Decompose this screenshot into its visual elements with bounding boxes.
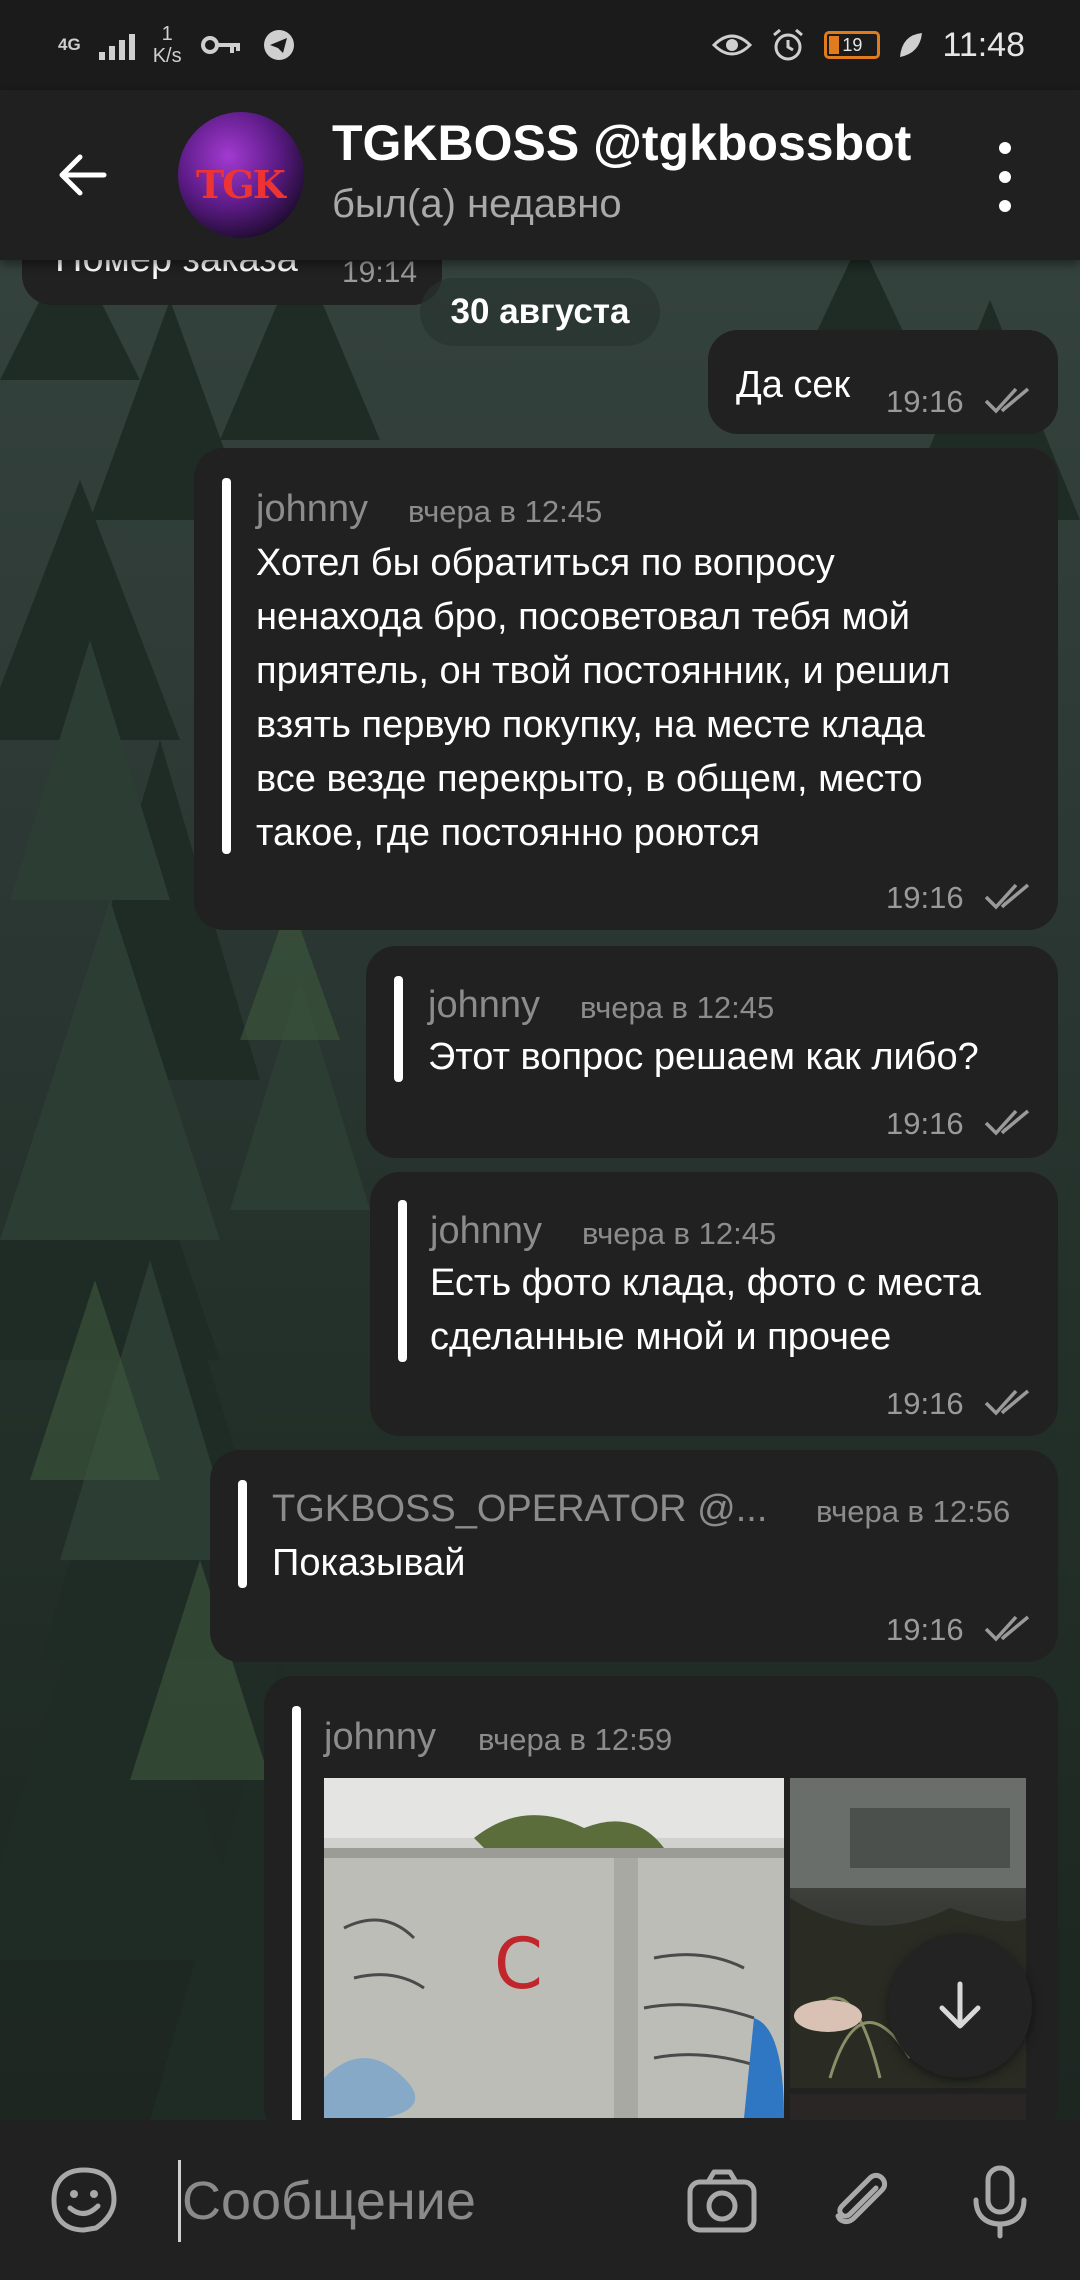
camera-icon[interactable] <box>684 2164 760 2240</box>
text-caret <box>178 2160 181 2242</box>
forward-time: вчера в 12:45 <box>582 1216 777 1251</box>
message-time: 19:16 <box>886 1386 964 1421</box>
avatar[interactable]: TGK <box>178 112 304 238</box>
double-check-icon <box>984 1615 1030 1642</box>
arrow-left-icon[interactable] <box>52 144 114 206</box>
forward-bar <box>222 478 231 854</box>
arrow-down-icon <box>939 1981 981 2029</box>
forward-bar <box>398 1200 407 1362</box>
forward-sender[interactable]: johnny <box>428 984 540 1027</box>
forward-bar <box>292 1706 301 2126</box>
forward-time: вчера в 12:45 <box>580 990 775 1025</box>
key-icon <box>200 36 240 54</box>
scroll-down-button[interactable] <box>888 1934 1032 2078</box>
photo-wall[interactable]: C <box>324 1778 784 2118</box>
double-check-icon <box>984 883 1030 910</box>
contact-status: был(а) недавно <box>332 182 622 226</box>
message-text: Есть фото клада, фото с места сделанные … <box>430 1262 981 1358</box>
forward-bar <box>238 1480 247 1588</box>
signal-icon <box>98 30 135 60</box>
forward-sender[interactable]: johnny <box>324 1716 436 1759</box>
telegram-icon <box>263 30 294 60</box>
double-check-icon <box>984 387 1030 414</box>
message-composer <box>0 2120 1080 2280</box>
message-time: 19:16 <box>886 1106 964 1141</box>
message-time: 19:14 <box>342 256 418 289</box>
status-bar: 4G 1 K/s 19 11:48 <box>0 0 1080 90</box>
message-time: 19:16 <box>886 880 964 915</box>
forward-sender[interactable]: johnny <box>430 1210 542 1253</box>
forward-time: вчера в 12:59 <box>478 1722 673 1757</box>
alarm-icon <box>773 28 804 61</box>
forward-sender[interactable]: johnny <box>256 488 368 531</box>
contact-name[interactable]: TGKBOSS @tgkbossbot <box>332 114 911 172</box>
clock: 11:48 <box>942 25 1025 64</box>
forward-time: вчера в 12:56 <box>816 1494 1011 1529</box>
paperclip-icon[interactable] <box>824 2164 900 2240</box>
message-text: Хотел бы обратиться по вопросу ненахода … <box>256 542 951 854</box>
forward-sender[interactable]: TGKBOSS_OPERATOR @... <box>272 1488 767 1531</box>
message-text: Этот вопрос решаем как либо? <box>428 1036 979 1078</box>
double-check-icon <box>984 1109 1030 1136</box>
message-time: 19:16 <box>886 384 964 419</box>
leaf-icon <box>900 33 923 57</box>
double-check-icon <box>984 1389 1030 1416</box>
date-separator: 30 августа <box>420 278 660 346</box>
message-text: Показывай <box>272 1542 466 1584</box>
sticker-icon[interactable] <box>48 2164 120 2236</box>
forward-time: вчера в 12:45 <box>408 494 603 529</box>
microphone-icon[interactable] <box>962 2164 1038 2240</box>
message-text: Да сек <box>736 364 851 406</box>
more-vert-icon[interactable] <box>990 142 1020 212</box>
chat-header: TGK TGKBOSS @tgkbossbot был(а) недавно <box>0 90 1080 260</box>
battery-indicator: 19 <box>824 31 881 59</box>
net-speed: 1 K/s <box>152 23 182 67</box>
network-type: 4G <box>58 35 81 54</box>
message-time: 19:16 <box>886 1612 964 1647</box>
graffiti-letter: C <box>494 1923 543 2005</box>
eye-icon <box>712 34 753 56</box>
message-input[interactable] <box>182 2156 652 2246</box>
forward-bar <box>394 976 403 1082</box>
